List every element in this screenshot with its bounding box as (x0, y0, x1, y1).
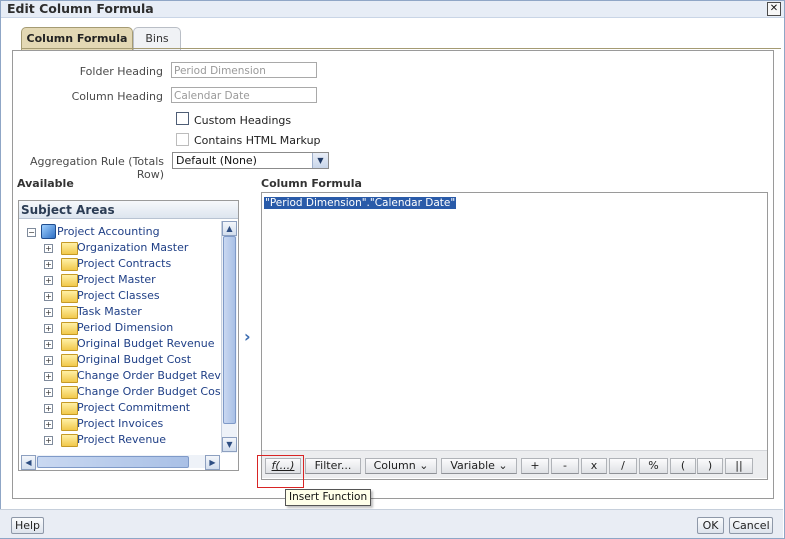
filter-button[interactable]: Filter... (305, 458, 361, 474)
tab-column-formula[interactable]: Column Formula (21, 27, 133, 50)
insert-function-tooltip: Insert Function (285, 489, 372, 506)
folder-icon (61, 418, 78, 431)
custom-headings-label: Custom Headings (194, 114, 292, 127)
formula-text[interactable]: "Period Dimension"."Calendar Date" (264, 197, 457, 209)
tree-folder-item[interactable]: Original Budget Revenue (77, 336, 221, 352)
divide-button[interactable]: / (609, 458, 637, 474)
folder-icon (61, 370, 78, 383)
tree-folder-item[interactable]: Project Revenue (77, 432, 221, 448)
scroll-right-icon[interactable]: ▶ (205, 455, 220, 470)
open-paren-button[interactable]: ( (670, 458, 696, 474)
folder-icon (61, 306, 78, 319)
concat-button[interactable]: || (725, 458, 753, 474)
expand-icon[interactable]: + (44, 292, 53, 301)
chevron-down-icon: ▼ (312, 153, 328, 168)
expand-icon[interactable]: + (44, 340, 53, 349)
expand-icon[interactable]: + (44, 308, 53, 317)
tree-folder-item[interactable]: Original Budget Cost (77, 352, 221, 368)
expand-icon[interactable]: + (44, 372, 53, 381)
cancel-button[interactable]: Cancel (729, 517, 773, 534)
folder-icon (61, 338, 78, 351)
folder-icon (61, 290, 78, 303)
column-heading-label: Column Heading (71, 90, 163, 103)
tree-folder-item[interactable]: Change Order Budget Cost (77, 384, 221, 400)
column-heading-field[interactable]: Calendar Date (171, 87, 317, 103)
percent-button[interactable]: % (639, 458, 668, 474)
horizontal-scroll-thumb[interactable] (37, 456, 189, 468)
expand-icon[interactable]: + (44, 244, 53, 253)
tree-folder-item[interactable]: Project Commitment (77, 400, 221, 416)
tab-bins[interactable]: Bins (133, 27, 181, 50)
folder-icon (61, 274, 78, 287)
column-dropdown-button[interactable]: Column ⌄ (365, 458, 437, 474)
chevron-right-icon[interactable]: › (244, 327, 251, 346)
tree-folder-item[interactable]: Project Contracts (77, 256, 221, 272)
tree-root-project-accounting[interactable]: Project Accounting (57, 224, 160, 240)
variable-dropdown-button[interactable]: Variable ⌄ (441, 458, 517, 474)
folder-icon (61, 402, 78, 415)
tree-folder-item[interactable]: Change Order Budget Revenue (77, 368, 221, 384)
tree-folder-item[interactable]: Project Master (77, 272, 221, 288)
close-icon[interactable]: ✕ (767, 2, 781, 16)
aggregation-rule-value: Default (None) (176, 154, 257, 167)
tree-folder-item[interactable]: Organization Master (77, 240, 221, 256)
formula-toolbar: f(...) Filter... Column ⌄ Variable ⌄ + -… (262, 450, 767, 478)
expand-icon[interactable]: + (44, 260, 53, 269)
tree-folder-item[interactable]: Project Classes (77, 288, 221, 304)
formula-editor[interactable]: "Period Dimension"."Calendar Date" f(...… (261, 192, 768, 480)
available-heading: Available (17, 177, 74, 190)
folder-icon (61, 354, 78, 367)
dialog-title: Edit Column Formula (7, 1, 154, 16)
aggregation-rule-select[interactable]: Default (None) ▼ (172, 152, 329, 169)
folder-icon (61, 434, 78, 447)
expand-icon[interactable]: + (44, 404, 53, 413)
expand-icon[interactable]: + (44, 356, 53, 365)
folder-icon (61, 242, 78, 255)
expand-icon[interactable]: + (44, 388, 53, 397)
html-markup-checkbox[interactable] (176, 133, 189, 146)
folder-heading-label: Folder Heading (79, 65, 163, 78)
collapse-icon[interactable]: − (27, 228, 36, 237)
horizontal-scrollbar[interactable]: ◀ ▶ (21, 455, 220, 470)
expand-icon[interactable]: + (44, 436, 53, 445)
ok-button[interactable]: OK (697, 517, 724, 534)
column-formula-heading: Column Formula (261, 177, 362, 190)
expand-icon[interactable]: + (44, 276, 53, 285)
plus-button[interactable]: + (521, 458, 549, 474)
scroll-up-icon[interactable]: ▲ (222, 221, 237, 236)
expand-icon[interactable]: + (44, 324, 53, 333)
title-bar: Edit Column Formula ✕ (1, 1, 784, 18)
folder-icon (61, 258, 78, 271)
minus-button[interactable]: - (551, 458, 579, 474)
folder-heading-field[interactable]: Period Dimension (171, 62, 317, 78)
cube-icon (41, 224, 56, 239)
help-button[interactable]: Help (11, 517, 44, 534)
multiply-button[interactable]: x (581, 458, 607, 474)
expand-icon[interactable]: + (44, 420, 53, 429)
tree-folder-item[interactable]: Period Dimension (77, 320, 221, 336)
scroll-left-icon[interactable]: ◀ (21, 455, 36, 470)
folder-icon (61, 386, 78, 399)
tree-folder-item[interactable]: Project Invoices (77, 416, 221, 432)
subject-areas-panel: Subject Areas − Project Accounting + Orga… (18, 200, 239, 471)
tab-divider (21, 48, 781, 49)
tree-folder-item[interactable]: Task Master (77, 304, 221, 320)
subject-areas-title: Subject Areas (19, 201, 238, 219)
folder-icon (61, 322, 78, 335)
insert-function-highlight (257, 455, 304, 488)
scroll-down-icon[interactable]: ▼ (222, 437, 237, 452)
custom-headings-checkbox[interactable] (176, 112, 189, 125)
html-markup-label: Contains HTML Markup (194, 134, 321, 147)
vertical-scrollbar[interactable]: ▲ ▼ (221, 221, 237, 453)
close-paren-button[interactable]: ) (697, 458, 723, 474)
vertical-scroll-thumb[interactable] (223, 236, 236, 424)
dialog-footer: Help OK Cancel (0, 509, 783, 538)
